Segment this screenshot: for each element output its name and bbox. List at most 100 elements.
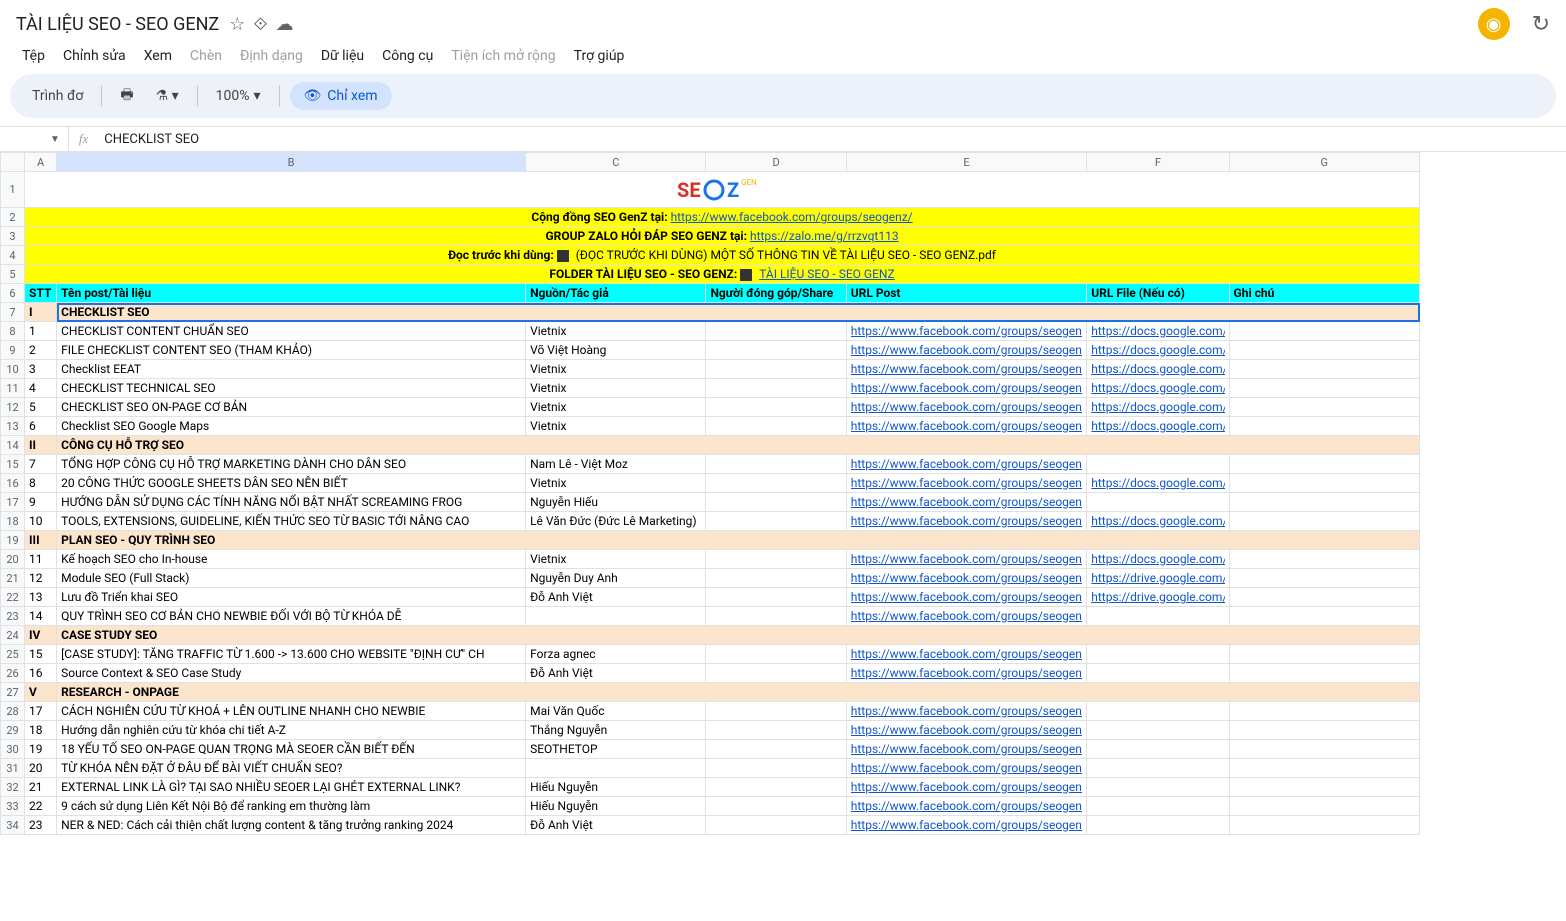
col-header-E[interactable]: E — [846, 153, 1087, 172]
cell-note[interactable] — [1229, 569, 1419, 588]
cell-urlfile[interactable]: https://drive.google.com/fil — [1087, 588, 1229, 607]
cell-title[interactable]: [CASE STUDY]: TĂNG TRAFFIC TỪ 1.600 -> 1… — [57, 645, 526, 664]
row-header[interactable]: 5 — [1, 265, 25, 284]
cell-contrib[interactable] — [706, 759, 846, 778]
menu-data[interactable]: Dữ liệu — [313, 44, 372, 68]
cell-urlfile[interactable] — [1087, 493, 1229, 512]
row-header[interactable]: 29 — [1, 721, 25, 740]
cell-urlpost[interactable]: https://www.facebook.com/groups/seogenz/ — [846, 360, 1087, 379]
cell-title[interactable]: Checklist SEO Google Maps — [57, 417, 526, 436]
url-post-link[interactable]: https://www.facebook.com/groups/seogenz/ — [851, 457, 1083, 471]
cell-title[interactable]: 18 YẾU TỐ SEO ON-PAGE QUAN TRỌNG MÀ SEOE… — [57, 740, 526, 759]
row-header[interactable]: 17 — [1, 493, 25, 512]
cell-urlfile[interactable] — [1087, 607, 1229, 626]
cell-author[interactable]: Vietnix — [526, 550, 706, 569]
cell-title[interactable]: CÁCH NGHIÊN CỨU TỪ KHOÁ + LÊN OUTLINE NH… — [57, 702, 526, 721]
cell-stt[interactable]: 21 — [25, 778, 57, 797]
url-post-link[interactable]: https://www.facebook.com/groups/seogenz/ — [851, 400, 1083, 414]
col-header-A[interactable]: A — [25, 153, 57, 172]
cell-contrib[interactable] — [706, 322, 846, 341]
col-header-D[interactable]: D — [706, 153, 846, 172]
cell-title[interactable]: CHECKLIST SEO ON-PAGE CƠ BẢN — [57, 398, 526, 417]
cell-urlfile[interactable] — [1087, 797, 1229, 816]
cell-contrib[interactable] — [706, 816, 846, 835]
cell-urlfile[interactable]: https://docs.google.com/sp — [1087, 474, 1229, 493]
url-post-link[interactable]: https://www.facebook.com/groups/seogenz/ — [851, 761, 1083, 775]
row-header[interactable]: 30 — [1, 740, 25, 759]
cell-author[interactable]: Võ Việt Hoàng — [526, 341, 706, 360]
header-urlfile[interactable]: URL File (Nếu có) — [1087, 284, 1229, 303]
cell-stt[interactable]: 5 — [25, 398, 57, 417]
select-all-corner[interactable] — [1, 153, 25, 172]
cell-title[interactable]: TỪ KHÓA NÊN ĐẶT Ở ĐÂU ĐỂ BÀI VIẾT CHUẨN … — [57, 759, 526, 778]
url-post-link[interactable]: https://www.facebook.com/groups/seogenz/ — [851, 381, 1083, 395]
cell-urlfile[interactable]: https://docs.google.com/sp — [1087, 379, 1229, 398]
cell-note[interactable] — [1229, 550, 1419, 569]
cell-contrib[interactable] — [706, 797, 846, 816]
url-post-link[interactable]: https://www.facebook.com/groups/seogenz/ — [851, 495, 1083, 509]
row-header[interactable]: 2 — [1, 208, 25, 227]
cell-urlpost[interactable]: https://www.facebook.com/groups/seogenz/ — [846, 455, 1087, 474]
cell-note[interactable] — [1229, 759, 1419, 778]
url-post-link[interactable]: https://www.facebook.com/groups/seogenz/ — [851, 324, 1083, 338]
row-header[interactable]: 19 — [1, 531, 25, 550]
row-header[interactable]: 24 — [1, 626, 25, 645]
cell-author[interactable]: Nguyễn Hiếu — [526, 493, 706, 512]
row-header[interactable]: 8 — [1, 322, 25, 341]
header-note[interactable]: Ghi chú — [1229, 284, 1419, 303]
cell-stt[interactable]: 12 — [25, 569, 57, 588]
url-post-link[interactable]: https://www.facebook.com/groups/seogenz/ — [851, 514, 1083, 528]
row-header[interactable]: 7 — [1, 303, 25, 322]
cell-stt[interactable]: 18 — [25, 721, 57, 740]
star-icon[interactable]: ☆ — [229, 14, 245, 35]
cell-title[interactable]: QUY TRÌNH SEO CƠ BẢN CHO NEWBIE ĐỐI VỚI … — [57, 607, 526, 626]
header-stt[interactable]: STT — [25, 284, 57, 303]
cell-title[interactable]: FILE CHECKLIST CONTENT SEO (THAM KHẢO) — [57, 341, 526, 360]
url-post-link[interactable]: https://www.facebook.com/groups/seogenz/ — [851, 666, 1083, 680]
url-post-link[interactable]: https://www.facebook.com/groups/seogenz/ — [851, 590, 1083, 604]
cell-urlpost[interactable]: https://www.facebook.com/groups/seogenz/ — [846, 569, 1087, 588]
cell-note[interactable] — [1229, 740, 1419, 759]
spreadsheet-grid[interactable]: A B C D E F G 1SEZGEN2Cộng đồng SEO GenZ… — [0, 152, 1566, 921]
cell-urlpost[interactable]: https://www.facebook.com/groups/seogenz/ — [846, 493, 1087, 512]
document-title[interactable]: TÀI LIỆU SEO - SEO GENZ — [16, 14, 219, 35]
url-file-link[interactable]: https://docs.google.com/sp — [1091, 419, 1224, 433]
cell-author[interactable]: Đỗ Anh Việt — [526, 664, 706, 683]
cell-author[interactable]: Vietnix — [526, 379, 706, 398]
url-post-link[interactable]: https://www.facebook.com/groups/seogenz/ — [851, 704, 1083, 718]
cell-author[interactable] — [526, 607, 706, 626]
cell-stt[interactable]: 11 — [25, 550, 57, 569]
url-post-link[interactable]: https://www.facebook.com/groups/seogenz/ — [851, 742, 1083, 756]
cell-title[interactable]: EXTERNAL LINK LÀ GÌ? TẠI SAO NHIỀU SEOER… — [57, 778, 526, 797]
cell-urlpost[interactable]: https://www.facebook.com/groups/seogenz/ — [846, 740, 1087, 759]
cell-urlfile[interactable]: https://docs.google.com/sp — [1087, 341, 1229, 360]
row-header[interactable]: 16 — [1, 474, 25, 493]
cell-title[interactable]: Source Context & SEO Case Study — [57, 664, 526, 683]
row-header[interactable]: 32 — [1, 778, 25, 797]
cell-title[interactable]: CHECKLIST CONTENT CHUẨN SEO — [57, 322, 526, 341]
cell-contrib[interactable] — [706, 550, 846, 569]
menu-file[interactable]: Tệp — [14, 44, 53, 68]
cell-stt[interactable]: 23 — [25, 816, 57, 835]
col-header-G[interactable]: G — [1229, 153, 1419, 172]
url-file-link[interactable]: https://docs.google.com/sp — [1091, 343, 1224, 357]
cell-author[interactable]: Hiếu Nguyễn — [526, 778, 706, 797]
banner-zalo[interactable]: GROUP ZALO HỎI ĐÁP SEO GENZ tại: https:/… — [25, 227, 1420, 246]
cell-contrib[interactable] — [706, 588, 846, 607]
cell-contrib[interactable] — [706, 721, 846, 740]
cell-contrib[interactable] — [706, 569, 846, 588]
cell-contrib[interactable] — [706, 455, 846, 474]
url-post-link[interactable]: https://www.facebook.com/groups/seogenz/ — [851, 780, 1083, 794]
cell-note[interactable] — [1229, 797, 1419, 816]
col-header-F[interactable]: F — [1087, 153, 1229, 172]
cell-stt[interactable]: 17 — [25, 702, 57, 721]
row-header[interactable]: 6 — [1, 284, 25, 303]
url-file-link[interactable]: https://docs.google.com/sp — [1091, 324, 1224, 338]
row-header[interactable]: 12 — [1, 398, 25, 417]
cell-urlpost[interactable]: https://www.facebook.com/groups/seogenz/ — [846, 816, 1087, 835]
col-header-C[interactable]: C — [526, 153, 706, 172]
cell-note[interactable] — [1229, 360, 1419, 379]
cell-urlpost[interactable]: https://www.facebook.com/groups/seogenz/ — [846, 379, 1087, 398]
cell-author[interactable]: Forza agnec — [526, 645, 706, 664]
filter-icon[interactable]: ⚗ ▾ — [148, 84, 187, 108]
